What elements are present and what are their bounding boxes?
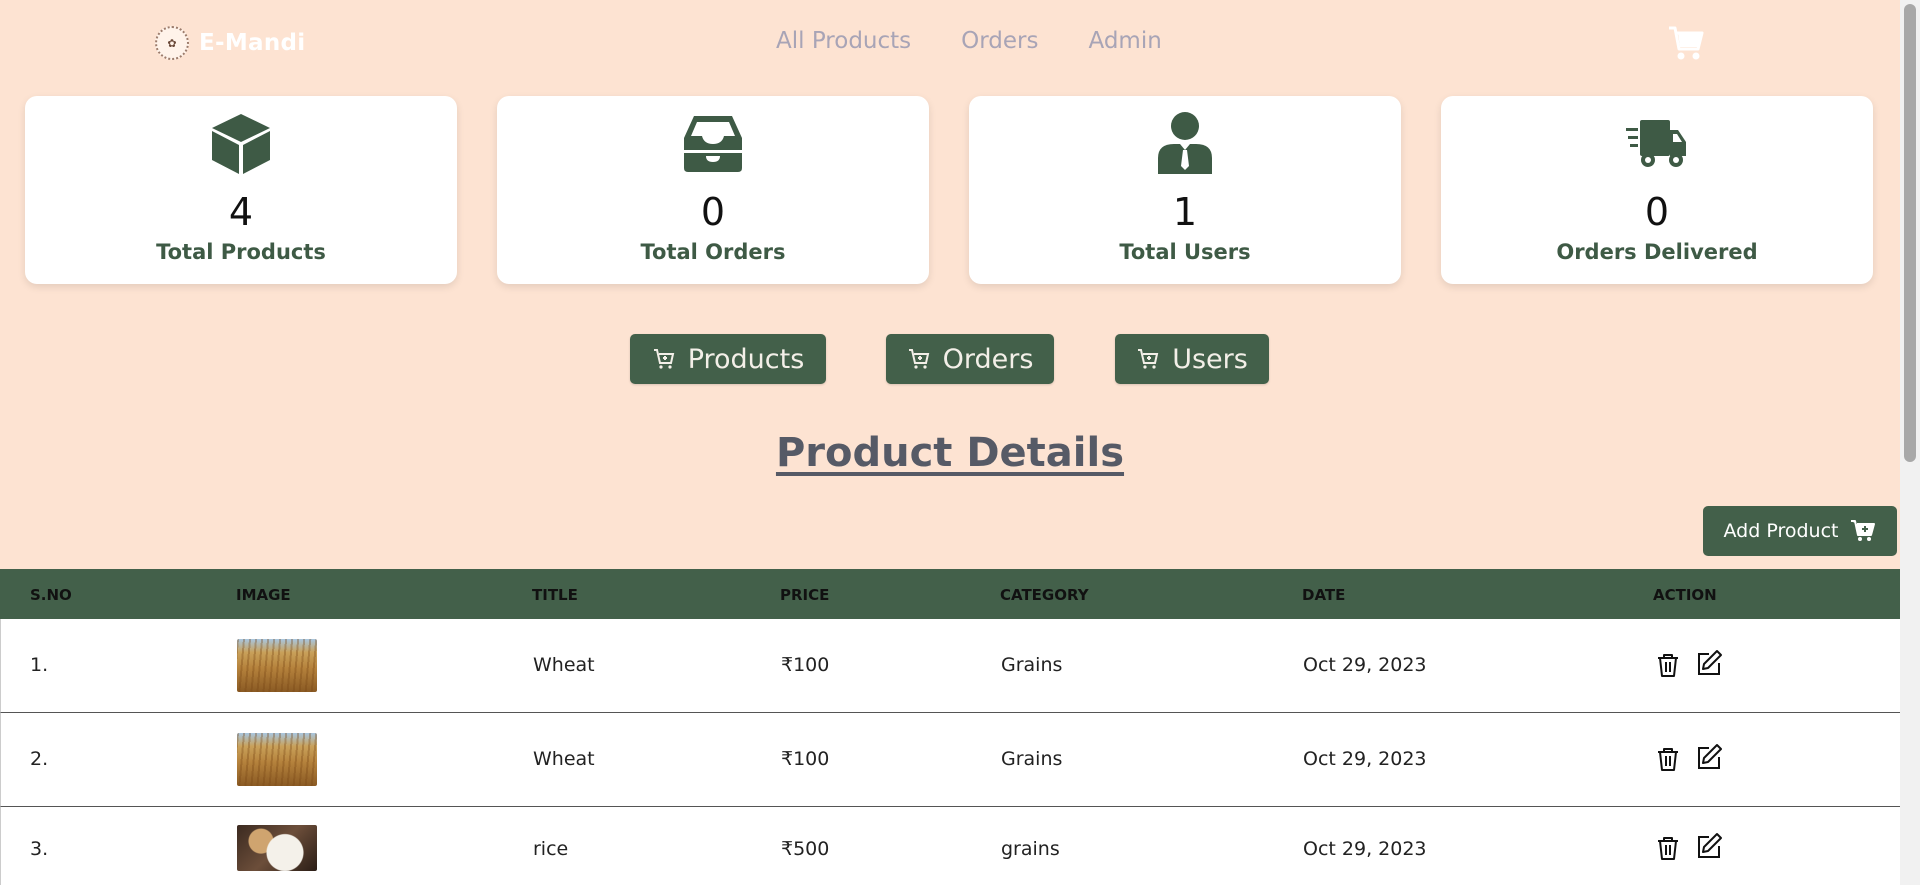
cell-category: Grains	[1001, 748, 1063, 770]
cell-price: ₹100	[781, 748, 830, 770]
cell-sno: 3.	[30, 838, 49, 860]
user-icon	[1152, 110, 1218, 176]
edit-icon[interactable]	[1695, 649, 1723, 677]
stat-card-total-users: 1 Total Users	[969, 96, 1401, 284]
stat-value: 4	[228, 190, 254, 234]
stat-value: 0	[700, 190, 726, 234]
stat-label: Total Users	[1119, 240, 1251, 264]
product-table: S.NO IMAGE TITLE PRICE CATEGORY DATE ACT…	[0, 569, 1900, 885]
logo-icon: ✿	[155, 26, 189, 60]
stat-value: 1	[1172, 190, 1198, 234]
nav-link-admin[interactable]: Admin	[1089, 28, 1162, 54]
stat-card-total-orders: 0 Total Orders	[497, 96, 929, 284]
product-image	[237, 733, 317, 786]
table-row: 1. Wheat ₹100 Grains Oct 29, 2023	[0, 619, 1900, 713]
section-title: Product Details	[775, 430, 1125, 476]
navbar: ✿ E-Mandi All Products Orders Admin	[0, 0, 1900, 86]
cell-title: Wheat	[533, 748, 595, 770]
cell-price: ₹500	[781, 838, 830, 860]
cell-title: Wheat	[533, 654, 595, 676]
cart-add-icon	[1851, 520, 1876, 541]
nav-link-orders[interactable]: Orders	[961, 28, 1038, 54]
tab-products[interactable]: Products	[630, 334, 826, 384]
vertical-scrollbar[interactable]	[1900, 0, 1920, 885]
edit-icon[interactable]	[1695, 832, 1723, 860]
tab-label: Users	[1172, 343, 1248, 375]
brand-logo[interactable]: ✿ E-Mandi	[155, 26, 306, 60]
box-icon	[208, 110, 274, 176]
tab-users[interactable]: Users	[1115, 334, 1269, 384]
cart-plus-icon	[908, 349, 929, 369]
col-header-sno: S.NO	[30, 586, 72, 604]
tab-orders[interactable]: Orders	[886, 334, 1054, 384]
edit-icon[interactable]	[1695, 743, 1723, 771]
stat-value: 0	[1644, 190, 1670, 234]
cell-sno: 1.	[30, 654, 49, 676]
cart-icon[interactable]	[1668, 24, 1704, 62]
cart-plus-icon	[653, 349, 674, 369]
delete-icon[interactable]	[1654, 651, 1682, 679]
stat-card-total-products: 4 Total Products	[25, 96, 457, 284]
stat-label: Total Orders	[640, 240, 786, 264]
cell-title: rice	[533, 838, 569, 860]
delete-icon[interactable]	[1654, 745, 1682, 773]
col-header-image: IMAGE	[236, 586, 291, 604]
product-image	[237, 825, 317, 871]
col-header-title: TITLE	[532, 586, 578, 604]
nav-links: All Products Orders Admin	[776, 28, 1162, 54]
col-header-price: PRICE	[780, 586, 830, 604]
stat-label: Total Products	[156, 240, 326, 264]
stat-label: Orders Delivered	[1556, 240, 1758, 264]
col-header-action: ACTION	[1653, 586, 1717, 604]
table-header: S.NO IMAGE TITLE PRICE CATEGORY DATE ACT…	[0, 569, 1900, 619]
cell-category: Grains	[1001, 654, 1063, 676]
cell-price: ₹100	[781, 654, 830, 676]
truck-icon	[1624, 110, 1690, 176]
delete-icon[interactable]	[1654, 834, 1682, 862]
cell-date: Oct 29, 2023	[1303, 838, 1427, 860]
product-image	[237, 639, 317, 692]
add-product-button[interactable]: Add Product	[1703, 506, 1897, 556]
col-header-date: DATE	[1302, 586, 1346, 604]
col-header-category: CATEGORY	[1000, 586, 1089, 604]
inbox-icon	[680, 110, 746, 176]
cell-sno: 2.	[30, 748, 49, 770]
table-row: 3. rice ₹500 grains Oct 29, 2023	[0, 807, 1900, 885]
stats-panel: 4 Total Products 0 Total Orders 1 Total …	[25, 96, 1875, 284]
tab-label: Products	[687, 343, 805, 375]
brand-name: E-Mandi	[199, 30, 306, 56]
cell-date: Oct 29, 2023	[1303, 654, 1427, 676]
add-product-label: Add Product	[1723, 520, 1839, 542]
cart-plus-icon	[1138, 349, 1159, 369]
cell-date: Oct 29, 2023	[1303, 748, 1427, 770]
tab-label: Orders	[942, 343, 1034, 375]
stat-card-orders-delivered: 0 Orders Delivered	[1441, 96, 1873, 284]
scrollbar-thumb[interactable]	[1904, 4, 1916, 462]
table-row: 2. Wheat ₹100 Grains Oct 29, 2023	[0, 713, 1900, 807]
nav-link-all-products[interactable]: All Products	[776, 28, 911, 54]
cell-category: grains	[1001, 838, 1060, 860]
